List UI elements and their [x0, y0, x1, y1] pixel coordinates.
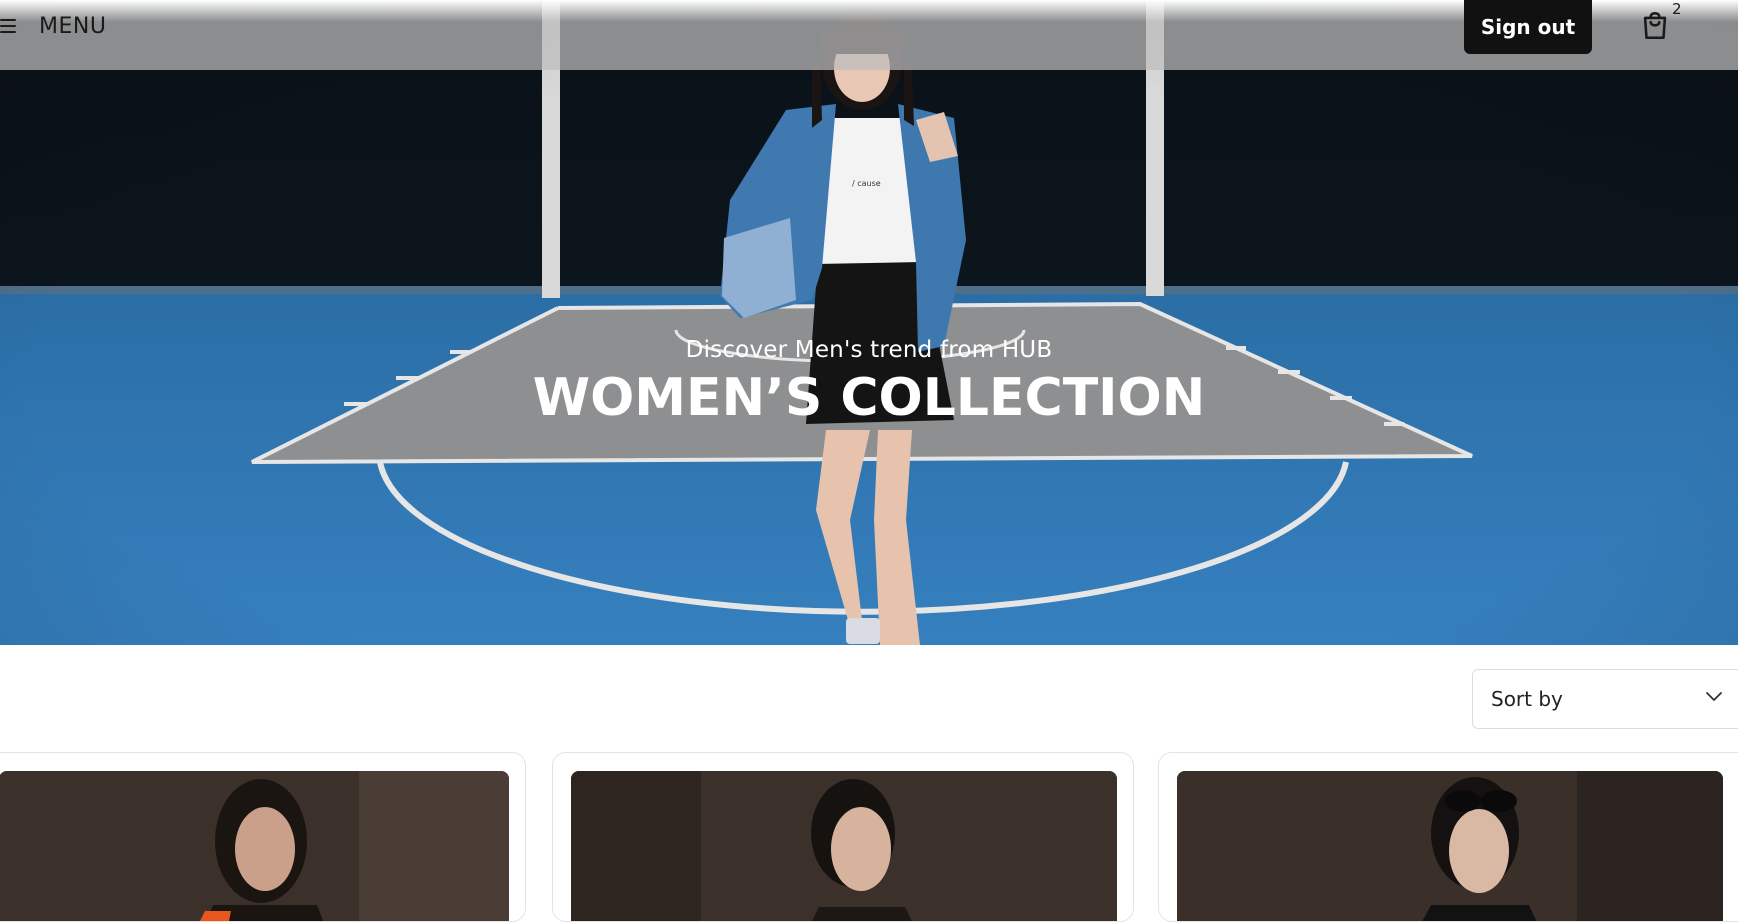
sort-select[interactable]: Sort by: [1472, 669, 1738, 729]
hero-banner: / cause Discover Men's trend from HUB WO…: [0, 0, 1738, 645]
hero-text: Discover Men's trend from HUB WOMEN’S CO…: [0, 334, 1738, 430]
product-image[interactable]: [1177, 771, 1723, 921]
shopping-bag-icon: [1643, 12, 1667, 40]
product-card[interactable]: [0, 752, 526, 922]
cart-count-badge: 2: [1672, 0, 1682, 18]
sign-out-button[interactable]: Sign out: [1464, 0, 1592, 54]
product-photo: [0, 771, 509, 921]
product-card[interactable]: [1158, 752, 1738, 922]
product-image[interactable]: [0, 771, 509, 921]
hero-image: / cause: [0, 0, 1738, 645]
sort-label: Sort by: [1491, 687, 1563, 711]
product-photo: [571, 771, 1117, 921]
menu-label: MENU: [39, 13, 107, 39]
menu-button[interactable]: MENU: [0, 8, 106, 44]
hamburger-icon: [0, 19, 16, 33]
product-card[interactable]: [552, 752, 1134, 922]
product-image[interactable]: [571, 771, 1117, 921]
hero-subtitle: Discover Men's trend from HUB: [685, 337, 1053, 363]
hero-title: WOMEN’S COLLECTION: [532, 368, 1206, 428]
top-header: MENU Sign out 2: [0, 0, 1738, 70]
chevron-down-icon: [1706, 692, 1722, 701]
product-photo: [1177, 771, 1723, 921]
